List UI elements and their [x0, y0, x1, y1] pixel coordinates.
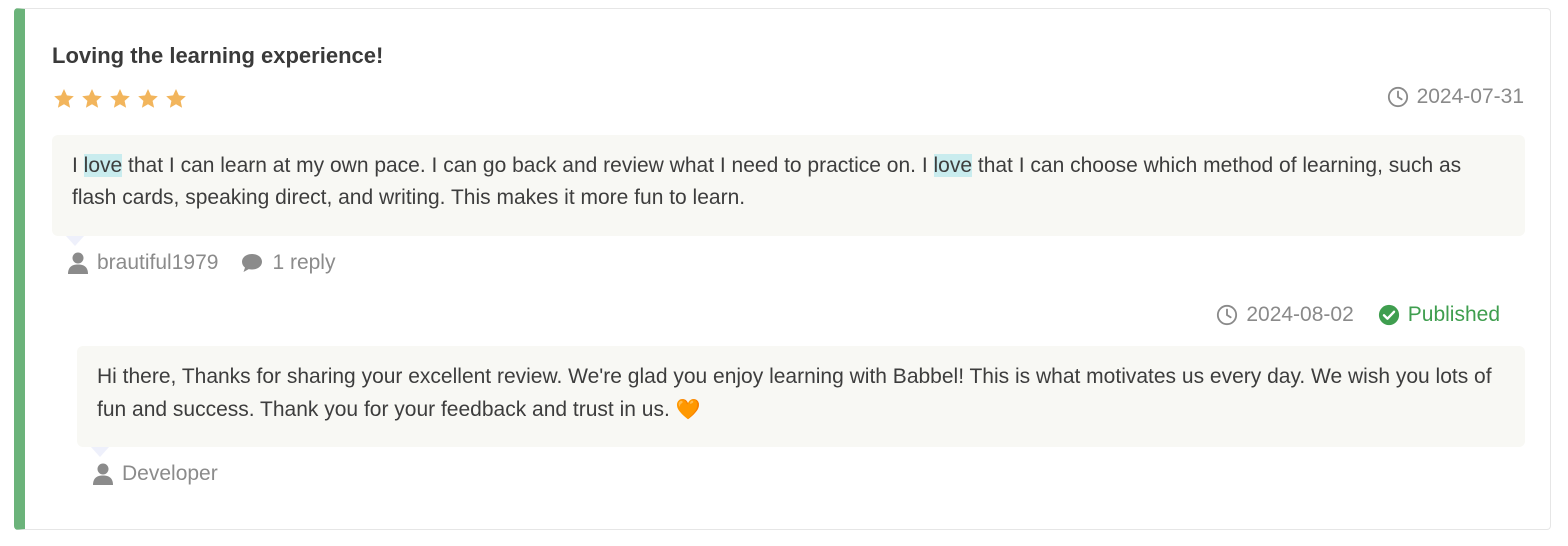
person-icon	[93, 463, 113, 485]
highlighted-term: love	[83, 154, 123, 177]
review-author[interactable]: brautiful1979	[97, 251, 218, 275]
review-body: I love that I can learn at my own pace. …	[52, 135, 1525, 246]
comment-icon	[242, 254, 263, 272]
reply-author-row: Developer	[92, 462, 218, 486]
check-circle-icon	[1378, 304, 1399, 326]
status-badge: Published	[1378, 303, 1500, 327]
review-date: 2024-07-31	[1387, 85, 1524, 109]
review-card: Loving the learning experience! 2024-07-…	[14, 8, 1551, 530]
review-title: Loving the learning experience!	[52, 43, 384, 68]
star-icon	[110, 89, 130, 108]
review-text-part: that I can learn at my own pace. I can g…	[122, 154, 934, 177]
star-rating	[52, 87, 188, 111]
bubble-tail	[91, 447, 109, 457]
reply-text: Hi there, Thanks for sharing your excell…	[97, 365, 1492, 421]
reply-body: Hi there, Thanks for sharing your excell…	[77, 346, 1525, 457]
highlighted-term: love	[933, 154, 973, 177]
orange-heart-emoji: 🧡	[675, 397, 701, 421]
star-icon	[82, 89, 102, 108]
reply-meta: 2024-08-02 Published	[1216, 303, 1500, 327]
review-author-row: brautiful1979 1 reply	[67, 251, 335, 275]
star-icon	[54, 89, 74, 108]
person-icon	[68, 252, 88, 274]
reply-date-text: 2024-08-02	[1246, 303, 1354, 326]
review-date-text: 2024-07-31	[1416, 85, 1524, 108]
review-text-part: I	[72, 154, 84, 177]
star-icon	[138, 89, 158, 108]
clock-icon	[1387, 86, 1408, 108]
reply-count[interactable]: 1 reply	[272, 251, 335, 275]
clock-icon	[1217, 304, 1238, 326]
star-icon	[166, 89, 186, 108]
status-text: Published	[1407, 303, 1500, 326]
bubble-tail	[66, 236, 84, 246]
reply-author: Developer	[122, 462, 218, 485]
